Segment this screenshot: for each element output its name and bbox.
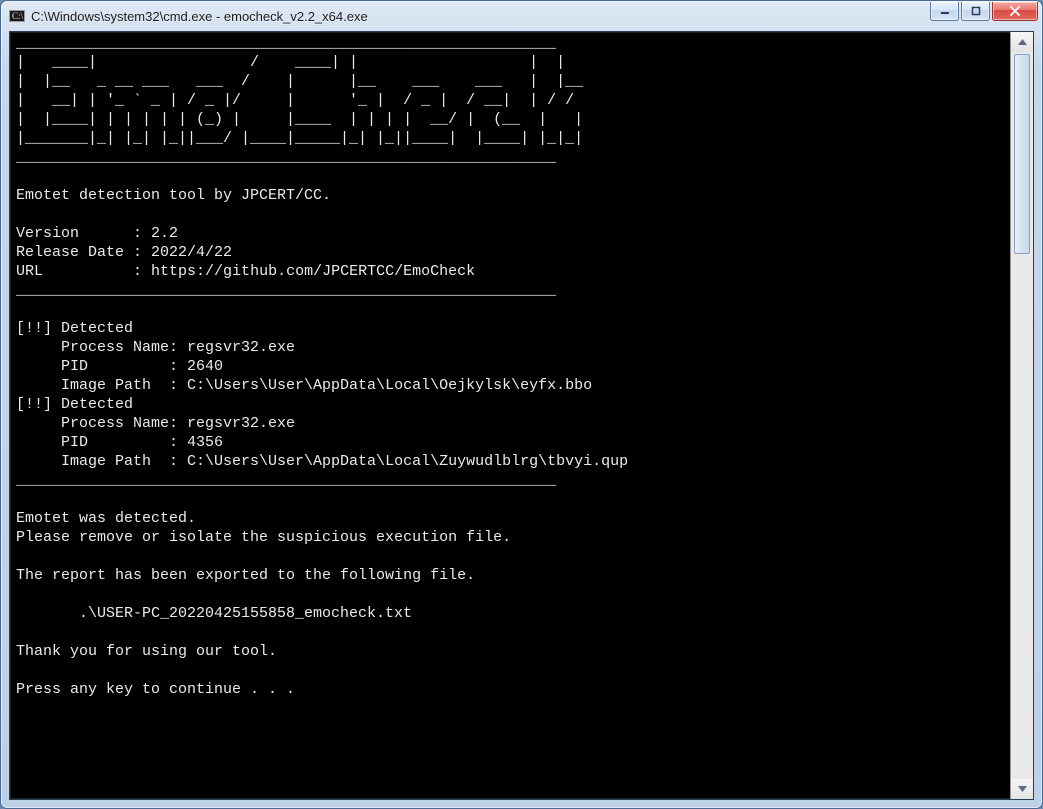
window-controls <box>930 2 1038 21</box>
scroll-down-button[interactable] <box>1011 779 1033 799</box>
summary-line: Please remove or isolate the suspicious … <box>16 529 511 546</box>
path-label: Image Path : <box>16 377 187 394</box>
ascii-line: | |____| | | | | | (_) | |____ | | | | _… <box>16 111 583 128</box>
pid-value: 2640 <box>187 358 223 375</box>
release-value: 2022/4/22 <box>151 244 232 261</box>
ascii-line: | |__ _ __ ___ ___ / | |__ ___ ___ | |__ <box>16 73 583 90</box>
thanks-line: Thank you for using our tool. <box>16 643 277 660</box>
continue-prompt: Press any key to continue . . . <box>16 681 295 698</box>
proc-name: regsvr32.exe <box>187 339 295 356</box>
vertical-scrollbar[interactable] <box>1010 32 1033 799</box>
minimize-button[interactable] <box>930 2 959 21</box>
pid-value: 4356 <box>187 434 223 451</box>
scroll-up-button[interactable] <box>1011 32 1033 52</box>
detection-header: [!!] Detected <box>16 396 133 413</box>
url-label: URL <box>16 263 43 280</box>
image-path: C:\Users\User\AppData\Local\Oejkylsk\eyf… <box>187 377 592 394</box>
url-value: https://github.com/JPCERTCC/EmoCheck <box>151 263 475 280</box>
svg-text:C:\: C:\ <box>12 11 24 21</box>
titlebar[interactable]: C:\ C:\Windows\system32\cmd.exe - emoche… <box>1 1 1042 31</box>
detection-header: [!!] Detected <box>16 320 133 337</box>
separator: ________________________________________… <box>16 472 556 489</box>
pid-label: PID : <box>16 358 187 375</box>
separator: ________________________________________… <box>16 282 556 299</box>
close-button[interactable] <box>992 2 1038 21</box>
window-title: C:\Windows\system32\cmd.exe - emocheck_v… <box>31 9 368 24</box>
proc-label: Process Name: <box>16 415 187 432</box>
pid-label: PID : <box>16 434 187 451</box>
report-line: The report has been exported to the foll… <box>16 567 475 584</box>
version-label: Version <box>16 225 79 242</box>
console-output[interactable]: ________________________________________… <box>10 32 1010 799</box>
ascii-line: | __| | '_ ` _ | / _ |/ | '_ | / _ | / _… <box>16 92 574 109</box>
ascii-line: | ____| / ____| | | | <box>16 54 565 71</box>
client-area: ________________________________________… <box>9 31 1034 800</box>
image-path: C:\Users\User\AppData\Local\Zuywudlblrg\… <box>187 453 628 470</box>
ascii-line: ________________________________________… <box>16 149 556 166</box>
scrollbar-thumb[interactable] <box>1014 54 1030 254</box>
proc-name: regsvr32.exe <box>187 415 295 432</box>
cmd-icon: C:\ <box>9 8 25 24</box>
version-value: 2.2 <box>151 225 178 242</box>
tagline: Emotet detection tool by JPCERT/CC. <box>16 187 331 204</box>
ascii-line: |_______|_| |_| |_||___/ |____|_____|_| … <box>16 130 583 147</box>
maximize-button[interactable] <box>961 2 990 21</box>
proc-label: Process Name: <box>16 339 187 356</box>
app-window: C:\ C:\Windows\system32\cmd.exe - emoche… <box>0 0 1043 809</box>
report-file: .\USER-PC_20220425155858_emocheck.txt <box>16 605 412 622</box>
path-label: Image Path : <box>16 453 187 470</box>
release-label: Release Date <box>16 244 124 261</box>
ascii-line: ________________________________________… <box>16 35 556 52</box>
summary-line: Emotet was detected. <box>16 510 196 527</box>
